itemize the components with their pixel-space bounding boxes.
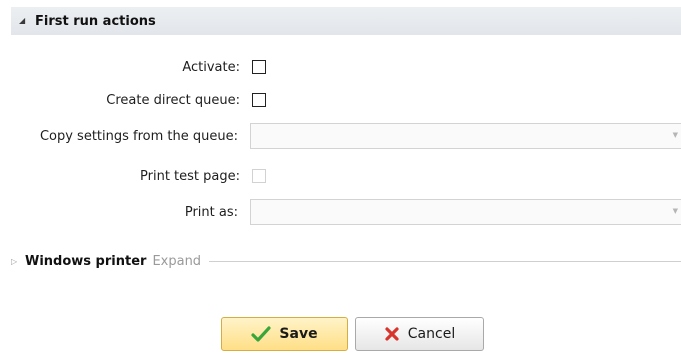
windows-printer-expander[interactable]: ▷ Windows printer Expand [11, 250, 681, 272]
cancel-label: Cancel [407, 326, 456, 342]
copy-settings-row: Copy settings from the queue: ▼ [0, 123, 681, 149]
cancel-button[interactable]: Cancel [355, 317, 484, 351]
first-run-actions-panel: ◢ First run actions Activate: Create dir… [0, 0, 681, 358]
copy-settings-select[interactable]: ▼ [250, 123, 681, 149]
expand-triangle-icon[interactable]: ▷ [11, 257, 25, 266]
print-test-page-checkbox[interactable] [252, 169, 266, 183]
activate-checkbox[interactable] [252, 60, 266, 74]
print-test-page-row: Print test page: [0, 163, 681, 189]
chevron-down-icon: ▼ [672, 131, 678, 139]
section-header[interactable]: ◢ First run actions [11, 7, 681, 35]
create-direct-queue-checkbox[interactable] [252, 93, 266, 107]
x-icon [384, 326, 400, 342]
activate-label: Activate: [182, 59, 240, 75]
print-as-select[interactable]: ▼ [250, 199, 681, 225]
check-icon [251, 326, 272, 342]
create-direct-queue-label: Create direct queue: [106, 92, 240, 108]
print-as-row: Print as: ▼ [0, 199, 681, 225]
chevron-down-icon: ▼ [672, 207, 678, 215]
expand-link[interactable]: Expand [152, 254, 201, 269]
copy-settings-label: Copy settings from the queue: [39, 128, 238, 144]
activate-row: Activate: [0, 54, 681, 80]
save-label: Save [279, 326, 318, 342]
windows-printer-title[interactable]: Windows printer [25, 254, 146, 269]
section-title: First run actions [35, 13, 156, 29]
print-as-label: Print as: [184, 204, 238, 220]
save-button[interactable]: Save [221, 317, 348, 351]
create-direct-queue-row: Create direct queue: [0, 87, 681, 113]
collapse-triangle-icon[interactable]: ◢ [19, 17, 33, 25]
expander-divider [209, 260, 681, 262]
print-test-page-label: Print test page: [140, 168, 240, 184]
